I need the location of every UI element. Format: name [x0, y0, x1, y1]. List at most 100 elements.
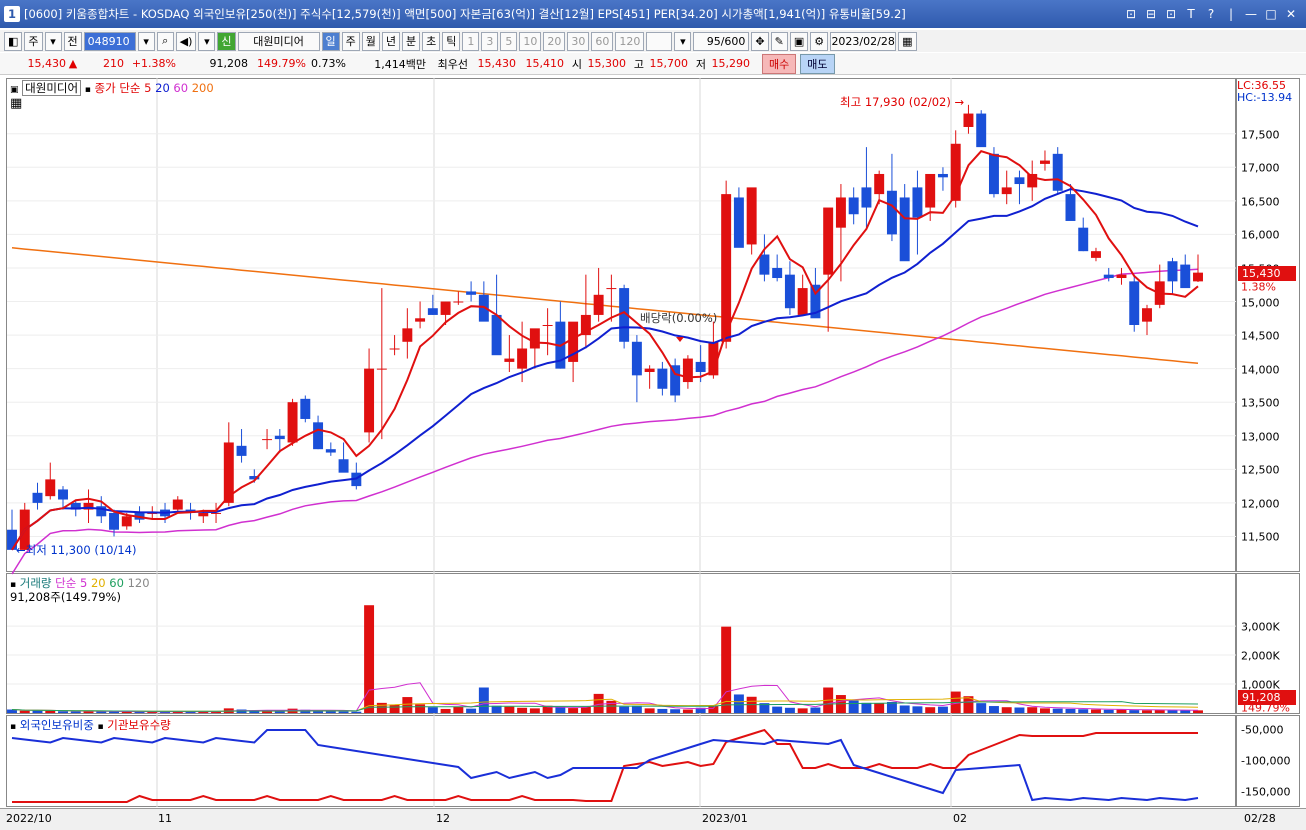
volume-bar: [1001, 707, 1012, 713]
foreign-legend-a[interactable]: 외국인보유비중: [20, 718, 94, 732]
left-arrow-icon: ←: [16, 543, 26, 557]
candle-body: [427, 308, 438, 315]
down-arrow-icon: [676, 337, 684, 342]
candle-body: [491, 314, 502, 356]
candle-body: [1129, 281, 1140, 325]
foreign-ratio-line: [11, 729, 1199, 802]
volume-bar: [1027, 707, 1038, 713]
candle-body: [721, 194, 732, 342]
volume-bar: [389, 704, 400, 713]
candle-body: [772, 267, 783, 279]
candle-body: [211, 512, 222, 514]
volume-bar: [861, 702, 872, 713]
candle-body: [32, 492, 43, 503]
candle-body: [376, 368, 387, 370]
volume-bar: [1039, 708, 1050, 713]
candle-body: [1103, 274, 1114, 279]
candle-body: [542, 325, 553, 326]
x-axis: 2022/10 11 12 2023/01 02 02/28: [0, 808, 1306, 830]
candle-body: [453, 301, 464, 303]
legend-stock-name[interactable]: 대원미디어: [22, 80, 82, 96]
volume-bar: [925, 707, 936, 713]
volume-bar: [988, 706, 999, 713]
volume-bar: [1193, 710, 1203, 713]
volume-bar: [478, 687, 489, 713]
volume-bar: [899, 705, 910, 713]
volume-bar: [1180, 710, 1191, 713]
volume-bar: [810, 707, 821, 713]
volume-bar: [529, 708, 540, 713]
volume-legend-ma[interactable]: 단순: [55, 576, 76, 590]
candle-body: [733, 197, 744, 248]
volume-bar: [351, 711, 362, 713]
volume-bar: [453, 706, 464, 713]
volume-bar: [772, 706, 783, 713]
high-annotation: 최고 17,930 (02/02) →: [840, 94, 964, 110]
candle-body: [529, 328, 540, 349]
volume-bar: [797, 708, 808, 713]
volume-bar: [1129, 710, 1140, 713]
candle-body: [644, 368, 655, 372]
candle-body: [1180, 264, 1191, 289]
candle-body: [1039, 160, 1050, 164]
foreign-legend-b[interactable]: 기관보유수량: [107, 718, 170, 732]
candle-body: [797, 288, 808, 315]
volume-ma-line: [11, 682, 1199, 713]
candle-body: [631, 341, 642, 376]
candle-body: [963, 113, 974, 127]
x-label: 11: [158, 812, 172, 825]
candle-body: [950, 143, 961, 201]
legend-dot-icon: ▪: [97, 722, 104, 732]
volume-bar: [631, 705, 642, 713]
candle-body: [1078, 227, 1089, 252]
volume-bar: [364, 605, 375, 713]
candle-body: [287, 402, 298, 443]
volume-bar: [593, 693, 604, 713]
candle-body: [440, 301, 451, 315]
candle-body: [338, 459, 349, 473]
volume-bar: [440, 708, 451, 713]
candle-body: [937, 173, 948, 178]
candle-body: [657, 368, 668, 389]
price-legend: ▣ 대원미디어 ▪ 종가 단순 5 20 60 200: [10, 80, 214, 96]
x-label: 2023/01: [702, 812, 748, 825]
volume-bar: [338, 711, 349, 713]
volume-bar: [733, 694, 744, 713]
candle-body: [695, 361, 706, 372]
candle-body: [1065, 194, 1076, 221]
candle-body: [861, 187, 872, 208]
volume-bar: [568, 708, 579, 713]
volume-bar: [70, 711, 81, 713]
volume-bar: [682, 709, 693, 713]
volume-bar: [670, 709, 681, 713]
candle-body: [912, 187, 923, 218]
right-arrow-icon: →: [954, 95, 965, 109]
candle-body: [198, 512, 209, 517]
volume-bar: [1116, 709, 1127, 713]
volume-legend-label[interactable]: 거래량: [20, 576, 52, 590]
candle-body: [886, 190, 897, 235]
candle-body: [58, 489, 68, 500]
legend-ma-label[interactable]: 종가 단순: [95, 81, 141, 95]
legend-ma-5: 5: [144, 81, 152, 95]
candle-body: [1091, 251, 1101, 258]
low-annotation: ←최저 11,300 (10/14): [16, 542, 136, 558]
hc-label: HC:-13.94: [1237, 91, 1293, 104]
candle-body: [262, 439, 273, 441]
table-icon[interactable]: ▦: [10, 96, 22, 111]
candle-body: [1116, 274, 1127, 279]
candle-body: [300, 398, 311, 419]
volume-bar: [32, 710, 43, 713]
volume-bar: [58, 711, 68, 713]
candle-body: [874, 173, 885, 195]
volume-bar: [1142, 710, 1152, 713]
x-label: 02: [953, 812, 967, 825]
candle-body: [746, 187, 757, 245]
ma-60-line: [11, 268, 1199, 575]
candle-body: [389, 348, 400, 350]
volume-bar: [644, 708, 655, 713]
x-label: 12: [436, 812, 450, 825]
volume-bar: [619, 706, 630, 713]
legend-ma-20: 20: [155, 81, 170, 95]
volume-bar: [504, 706, 515, 713]
